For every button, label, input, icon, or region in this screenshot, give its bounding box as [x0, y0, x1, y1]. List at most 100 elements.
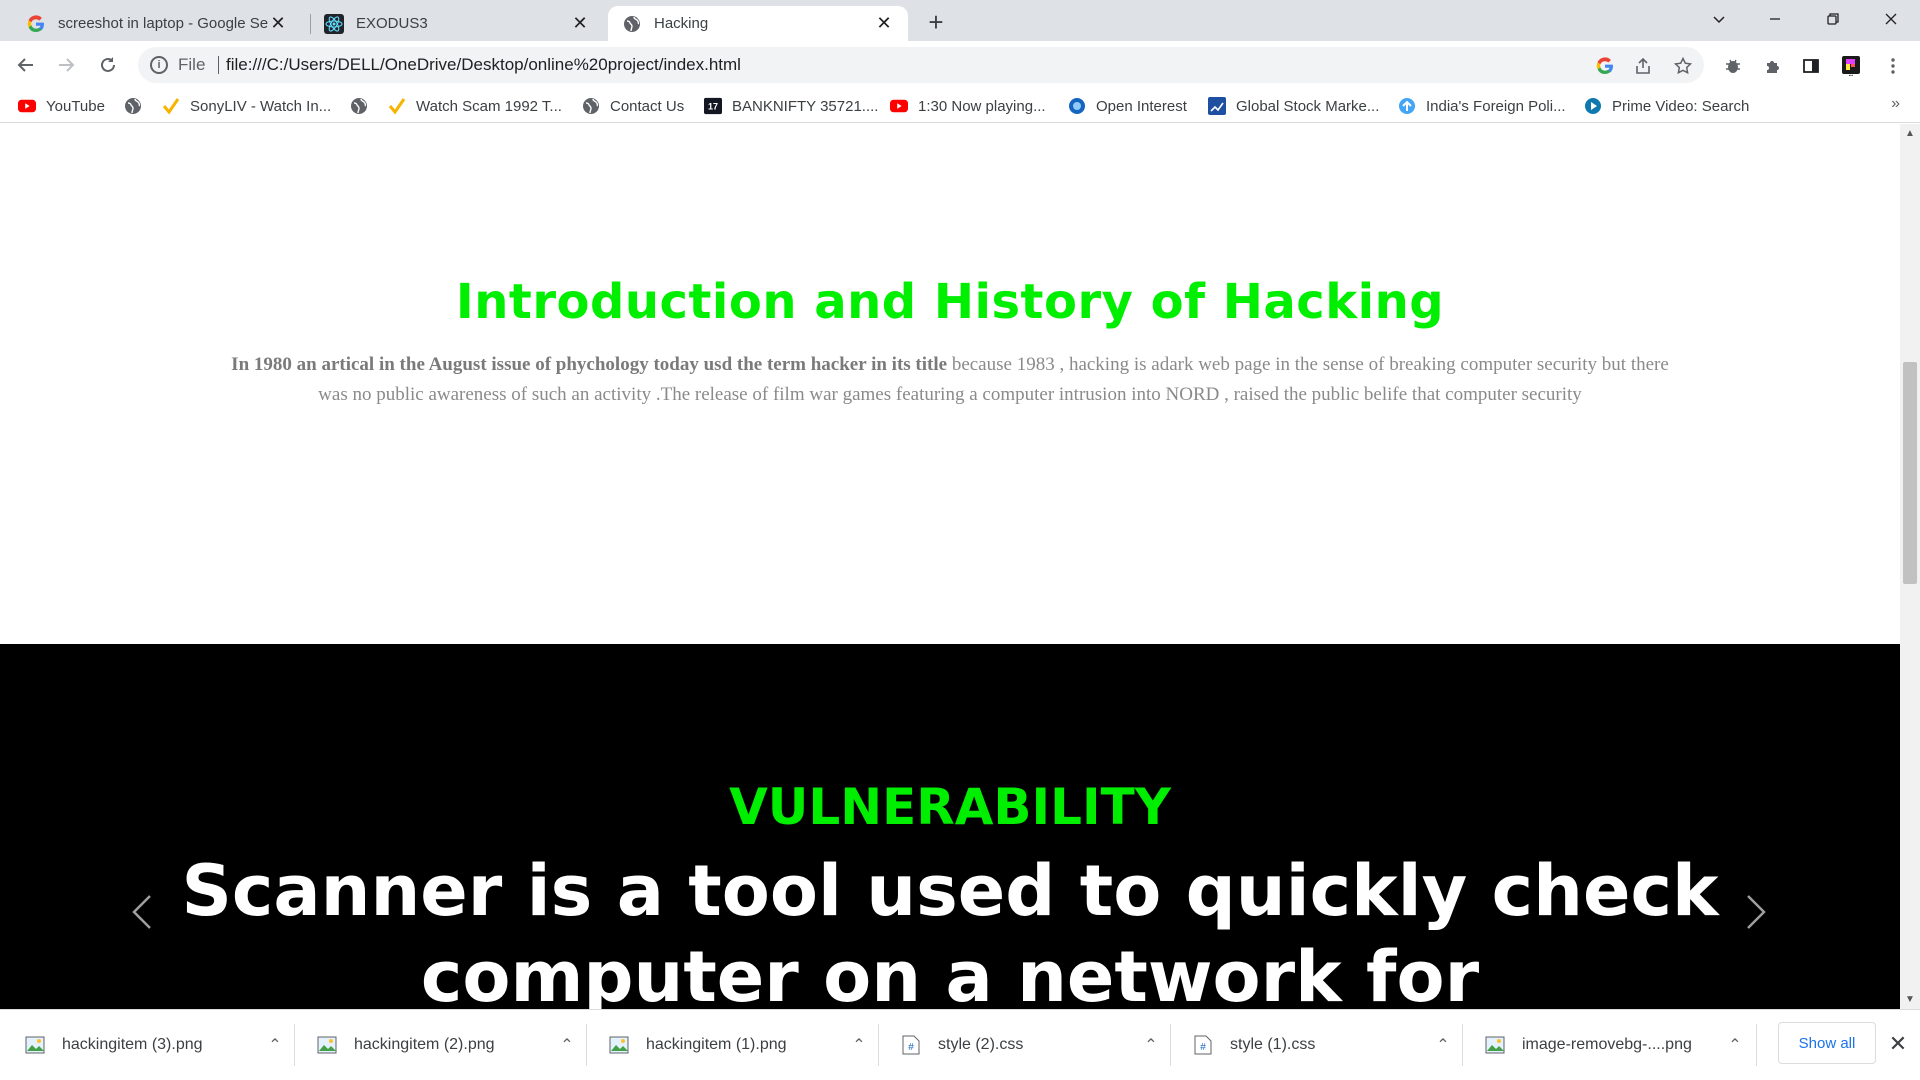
divider	[1756, 1024, 1757, 1066]
youtube-icon	[890, 97, 908, 115]
bookmarks-overflow-icon[interactable]: »	[1891, 95, 1900, 113]
divider	[218, 56, 219, 74]
scroll-up-icon[interactable]: ▲	[1905, 128, 1915, 139]
bookmark-label: India's Foreign Poli...	[1426, 97, 1566, 115]
tab-google-search[interactable]: screeshot in laptop - Google Sea ✕	[12, 6, 302, 41]
google-g-icon	[26, 14, 46, 34]
scheme-label: File	[178, 55, 206, 74]
bookmark-contact-us[interactable]: Contact Us	[582, 95, 684, 117]
vulnerability-carousel: VULNERABILITY Scanner is a tool used to …	[0, 644, 1900, 1009]
page-scrollbar[interactable]: ▲ ▼	[1900, 124, 1920, 1009]
scrollbar-thumb[interactable]	[1903, 362, 1917, 584]
close-icon[interactable]: ✕	[1884, 1030, 1912, 1058]
google-lens-icon[interactable]	[1594, 55, 1616, 77]
carousel-slide-text: Scanner is a tool used to quickly check …	[181, 850, 1719, 1009]
back-button[interactable]	[10, 49, 42, 81]
download-item[interactable]: hackingitem (2).png ⌃	[292, 1022, 582, 1068]
bookmark-now-playing[interactable]: 1:30 Now playing...	[890, 95, 1046, 117]
chevron-up-icon[interactable]: ⌃	[1428, 1035, 1458, 1055]
page-viewport: Introduction and History of Hacking In 1…	[0, 124, 1900, 1009]
close-icon[interactable]: ✕	[570, 13, 590, 34]
info-icon[interactable]: i	[150, 56, 168, 74]
globe-icon	[350, 97, 368, 115]
intro-heading: Introduction and History of Hacking	[455, 274, 1445, 330]
bookmark-globe-2[interactable]	[350, 95, 378, 117]
download-filename: hackingitem (1).png	[646, 1036, 787, 1053]
bookmark-scam-1992[interactable]: Watch Scam 1992 T...	[388, 95, 562, 117]
stock-chart-icon	[1208, 97, 1226, 115]
bookmark-open-interest[interactable]: Open Interest	[1068, 95, 1187, 117]
star-bookmark-icon[interactable]	[1672, 55, 1694, 77]
download-item[interactable]: image-removebg-....png ⌃	[1460, 1022, 1750, 1068]
close-window-button[interactable]	[1866, 0, 1916, 38]
carousel-next-icon[interactable]	[1736, 882, 1776, 942]
bookmark-youtube[interactable]: YouTube	[18, 95, 105, 117]
extensions-puzzle-icon[interactable]	[1762, 55, 1784, 77]
bookmark-label: Contact Us	[610, 97, 685, 115]
css-file-icon: #	[900, 1034, 922, 1056]
tab-search-chevron-icon[interactable]	[1694, 0, 1744, 38]
scroll-down-icon[interactable]: ▼	[1905, 994, 1915, 1005]
image-file-icon	[316, 1034, 338, 1056]
intro-section: Introduction and History of Hacking In 1…	[0, 124, 1900, 644]
bookmark-india-foreign-policy[interactable]: India's Foreign Poli...	[1398, 95, 1566, 117]
bookmark-label: Watch Scam 1992 T...	[416, 97, 562, 115]
bookmark-sonyliv[interactable]: SonyLIV - Watch In...	[162, 95, 331, 117]
bookmark-label: SonyLIV - Watch In...	[190, 97, 332, 115]
download-filename: hackingitem (3).png	[62, 1036, 203, 1053]
close-icon[interactable]: ✕	[268, 13, 288, 34]
bookmark-prime-video[interactable]: Prime Video: Search	[1584, 95, 1749, 117]
bookmark-globe-1[interactable]	[124, 95, 152, 117]
tab-title: Hacking	[654, 15, 709, 32]
intro-bold-text: In 1980 an artical in the August issue o…	[231, 354, 948, 375]
react-atom-icon	[324, 13, 344, 34]
address-bar[interactable]: i File file:///C:/Users/DELL/OneDrive/De…	[138, 47, 1704, 83]
svg-text:17: 17	[708, 102, 718, 112]
kebab-menu-icon[interactable]	[1882, 55, 1904, 77]
css-file-icon: #	[1192, 1034, 1214, 1056]
carousel-prev-icon[interactable]	[122, 882, 162, 942]
intro-paragraph: In 1980 an artical in the August issue o…	[215, 350, 1685, 410]
download-item[interactable]: # style (2).css ⌃	[876, 1022, 1166, 1068]
download-item[interactable]: hackingitem (1).png ⌃	[584, 1022, 874, 1068]
bug-extension-icon[interactable]	[1722, 55, 1744, 77]
tab-title: EXODUS3	[356, 15, 428, 32]
svg-text:#: #	[1200, 1042, 1206, 1053]
side-panel-icon[interactable]	[1800, 55, 1822, 77]
url-text[interactable]: file:///C:/Users/DELL/OneDrive/Desktop/o…	[226, 55, 741, 75]
upload-arrow-icon	[1398, 97, 1416, 115]
download-item[interactable]: hackingitem (3).png ⌃	[0, 1022, 290, 1068]
chevron-up-icon[interactable]: ⌃	[1136, 1035, 1166, 1055]
prime-video-icon	[1584, 97, 1602, 115]
sonyliv-check-icon	[388, 97, 406, 115]
bookmark-label: Global Stock Marke...	[1236, 97, 1380, 115]
globe-icon	[124, 97, 142, 115]
bookmark-banknifty[interactable]: 17 BANKNIFTY 35721....	[704, 95, 878, 117]
restore-button[interactable]	[1808, 0, 1858, 38]
chevron-up-icon[interactable]: ⌃	[260, 1035, 290, 1055]
share-icon[interactable]	[1632, 55, 1654, 77]
tab-exodus3[interactable]: EXODUS3 ✕	[310, 6, 604, 41]
new-tab-button[interactable]: +	[922, 7, 950, 37]
globe-icon	[622, 14, 642, 34]
minimize-button[interactable]	[1750, 0, 1800, 38]
image-file-icon	[608, 1034, 630, 1056]
browser-toolbar: i File file:///C:/Users/DELL/OneDrive/De…	[0, 41, 1920, 89]
reload-button[interactable]	[92, 49, 124, 81]
bookmark-label: YouTube	[46, 97, 105, 115]
chevron-up-icon[interactable]: ⌃	[1720, 1035, 1750, 1055]
chevron-up-icon[interactable]: ⌃	[552, 1035, 582, 1055]
bookmark-global-stock[interactable]: Global Stock Marke...	[1208, 95, 1379, 117]
download-item[interactable]: # style (1).css ⌃	[1168, 1022, 1458, 1068]
close-icon[interactable]: ✕	[874, 13, 894, 34]
chevron-up-icon[interactable]: ⌃	[844, 1035, 874, 1055]
bookmark-label: 1:30 Now playing...	[918, 97, 1046, 115]
tab-strip: screeshot in laptop - Google Sea ✕ EXODU…	[0, 0, 1920, 41]
forward-button[interactable]	[50, 49, 82, 81]
show-all-button[interactable]: Show all	[1778, 1022, 1876, 1064]
bookmarks-bar: YouTube SonyLIV - Watch In... Watch Scam…	[0, 89, 1920, 123]
open-interest-icon	[1068, 97, 1086, 115]
download-filename: style (2).css	[938, 1036, 1024, 1053]
tab-hacking[interactable]: Hacking ✕	[608, 6, 908, 41]
profile-avatar[interactable]: ▪▪▪	[1840, 55, 1862, 77]
